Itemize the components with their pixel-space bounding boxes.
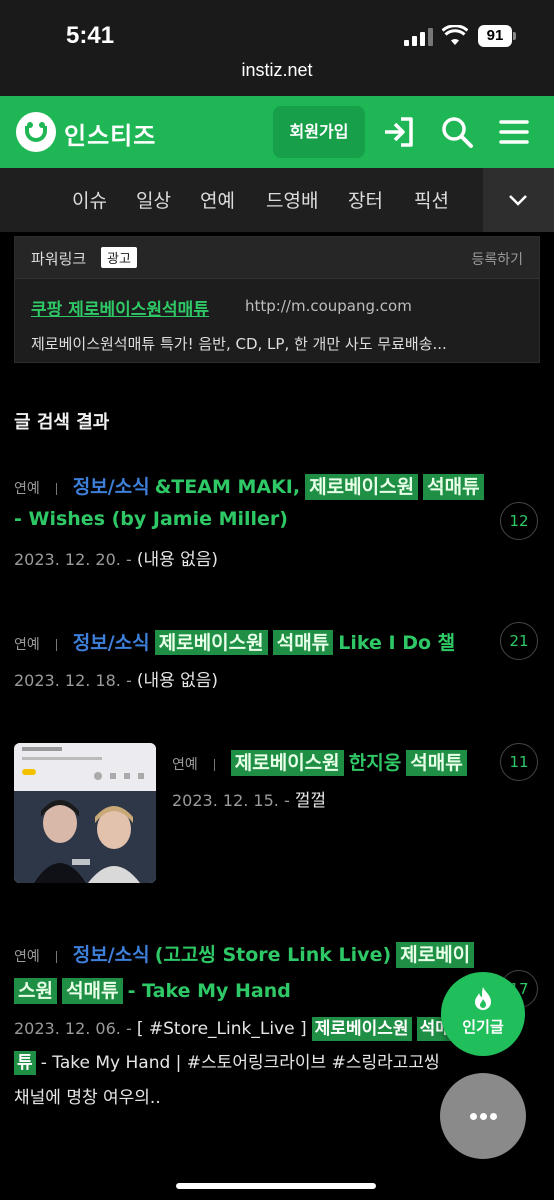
battery-nub — [513, 32, 516, 40]
result-tag[interactable]: 정보/소식 — [73, 944, 150, 966]
popular-posts-button[interactable]: 인기글 — [441, 972, 525, 1056]
logo-text[interactable]: 인스티즈 — [64, 116, 156, 151]
status-time: 5:41 — [66, 22, 115, 49]
menu-icon[interactable] — [496, 114, 532, 150]
result-highlight[interactable]: 석매튜 — [62, 978, 123, 1004]
result-snippet-highlight: 튜 — [14, 1051, 36, 1075]
address-bar-url[interactable]: instiz.net — [0, 60, 554, 81]
category-tab[interactable]: 장터 — [348, 186, 383, 213]
login-icon[interactable] — [381, 114, 417, 150]
result-snippet-highlight: 제로베이스원 — [311, 1017, 412, 1041]
category-tab[interactable]: 일상 — [136, 186, 171, 213]
battery-icon: 91 — [478, 25, 512, 47]
category-tab[interactable]: 드영배 — [266, 186, 318, 213]
search-icon[interactable] — [439, 114, 475, 150]
category-tab[interactable]: 이슈 — [72, 186, 107, 213]
signal-icon — [404, 28, 434, 46]
chevron-down-icon — [509, 195, 527, 206]
category-more-button[interactable] — [483, 168, 554, 232]
flame-icon — [475, 987, 491, 1010]
result-date: 2023. 12. 20. - — [14, 550, 132, 569]
home-indicator — [176, 1183, 376, 1189]
popular-posts-label: 인기글 — [462, 1018, 504, 1036]
result-highlight[interactable]: 제로베이스원 — [230, 750, 344, 776]
comment-count: 21 — [500, 622, 538, 660]
result-title[interactable]: 한지웅 — [349, 752, 401, 774]
separator — [55, 482, 57, 495]
join-button[interactable]: 회원가입 — [273, 106, 365, 158]
status-bar: 5:41 91 instiz.net — [0, 0, 554, 96]
separator — [213, 758, 215, 771]
category-tab[interactable]: 픽션 — [414, 186, 449, 213]
result-title[interactable]: - Take My Hand — [128, 980, 291, 1002]
ad-header: 파워링크 광고 등록하기 — [15, 237, 539, 279]
ad-title-link[interactable]: 쿠팡 제로베이스원석매튜 — [31, 295, 209, 320]
result-highlight[interactable]: 석매튜 — [423, 474, 484, 500]
separator — [55, 638, 57, 651]
result-highlight[interactable]: 제로베이 — [396, 942, 475, 968]
comment-count: 12 — [500, 502, 538, 540]
more-options-button[interactable] — [440, 1073, 526, 1159]
result-snippet: 껄껄 — [294, 791, 327, 811]
result-title[interactable]: - Wishes (by Jamie Miller) — [14, 508, 288, 530]
section-title: 글 검색 결과 — [14, 412, 110, 433]
result-title[interactable]: (고고씽 Store Link Live) — [155, 944, 391, 966]
logo-smile-icon[interactable] — [16, 112, 56, 152]
ad-url: http://m.coupang.com — [245, 297, 412, 315]
category-nav: 이슈 일상 연예 드영배 장터 픽션 — [0, 168, 554, 232]
ad-label: 파워링크 — [31, 250, 87, 268]
result-category: 연예 — [14, 949, 40, 965]
result-tag[interactable]: 정보/소식 — [73, 632, 150, 654]
result-category: 연예 — [14, 637, 40, 653]
result-highlight[interactable]: 석매튜 — [406, 750, 467, 776]
result-title[interactable]: Like I Do 챌 — [338, 632, 455, 654]
result-date: 2023. 12. 15. - — [172, 791, 290, 810]
result-highlight[interactable]: 스원 — [14, 978, 57, 1004]
result-tag[interactable]: 정보/소식 — [73, 476, 150, 498]
wifi-icon — [442, 25, 468, 45]
result-snippet: - Take My Hand | #스토어링크라이브 #스링라고고씽 — [40, 1053, 440, 1073]
result-title[interactable]: &TEAM MAKI, — [155, 476, 300, 498]
result-highlight[interactable]: 석매튜 — [272, 630, 334, 655]
result-date: 2023. 12. 18. - — [14, 671, 132, 690]
separator — [55, 950, 57, 963]
ad-register-link[interactable]: 등록하기 — [471, 249, 523, 269]
ad-description: 제로베이스원석매튜 특가! 음반, CD, LP, 한 개만 사도 무료배송..… — [31, 335, 447, 353]
power-link-ad[interactable]: 파워링크 광고 등록하기 쿠팡 제로베이스원석매튜 http://m.coupa… — [14, 236, 540, 363]
result-snippet: (내용 없음) — [136, 671, 219, 691]
result-snippet: 채널에 명창 여우의.. — [14, 1088, 161, 1108]
ad-badge: 광고 — [101, 247, 137, 268]
result-thumbnail-image[interactable] — [14, 743, 156, 883]
result-highlight[interactable]: 제로베이스원 — [154, 630, 268, 655]
category-tab[interactable]: 연예 — [200, 186, 235, 213]
result-category: 연예 — [14, 481, 40, 497]
result-snippet: [ #Store_Link_Live ] — [136, 1019, 307, 1039]
result-highlight[interactable]: 제로베이스원 — [305, 474, 419, 500]
site-header: 인스티즈 회원가입 — [0, 96, 554, 168]
result-snippet: (내용 없음) — [136, 550, 219, 570]
comment-count: 11 — [500, 743, 538, 781]
result-category: 연예 — [172, 757, 198, 773]
result-date: 2023. 12. 06. - — [14, 1019, 132, 1038]
